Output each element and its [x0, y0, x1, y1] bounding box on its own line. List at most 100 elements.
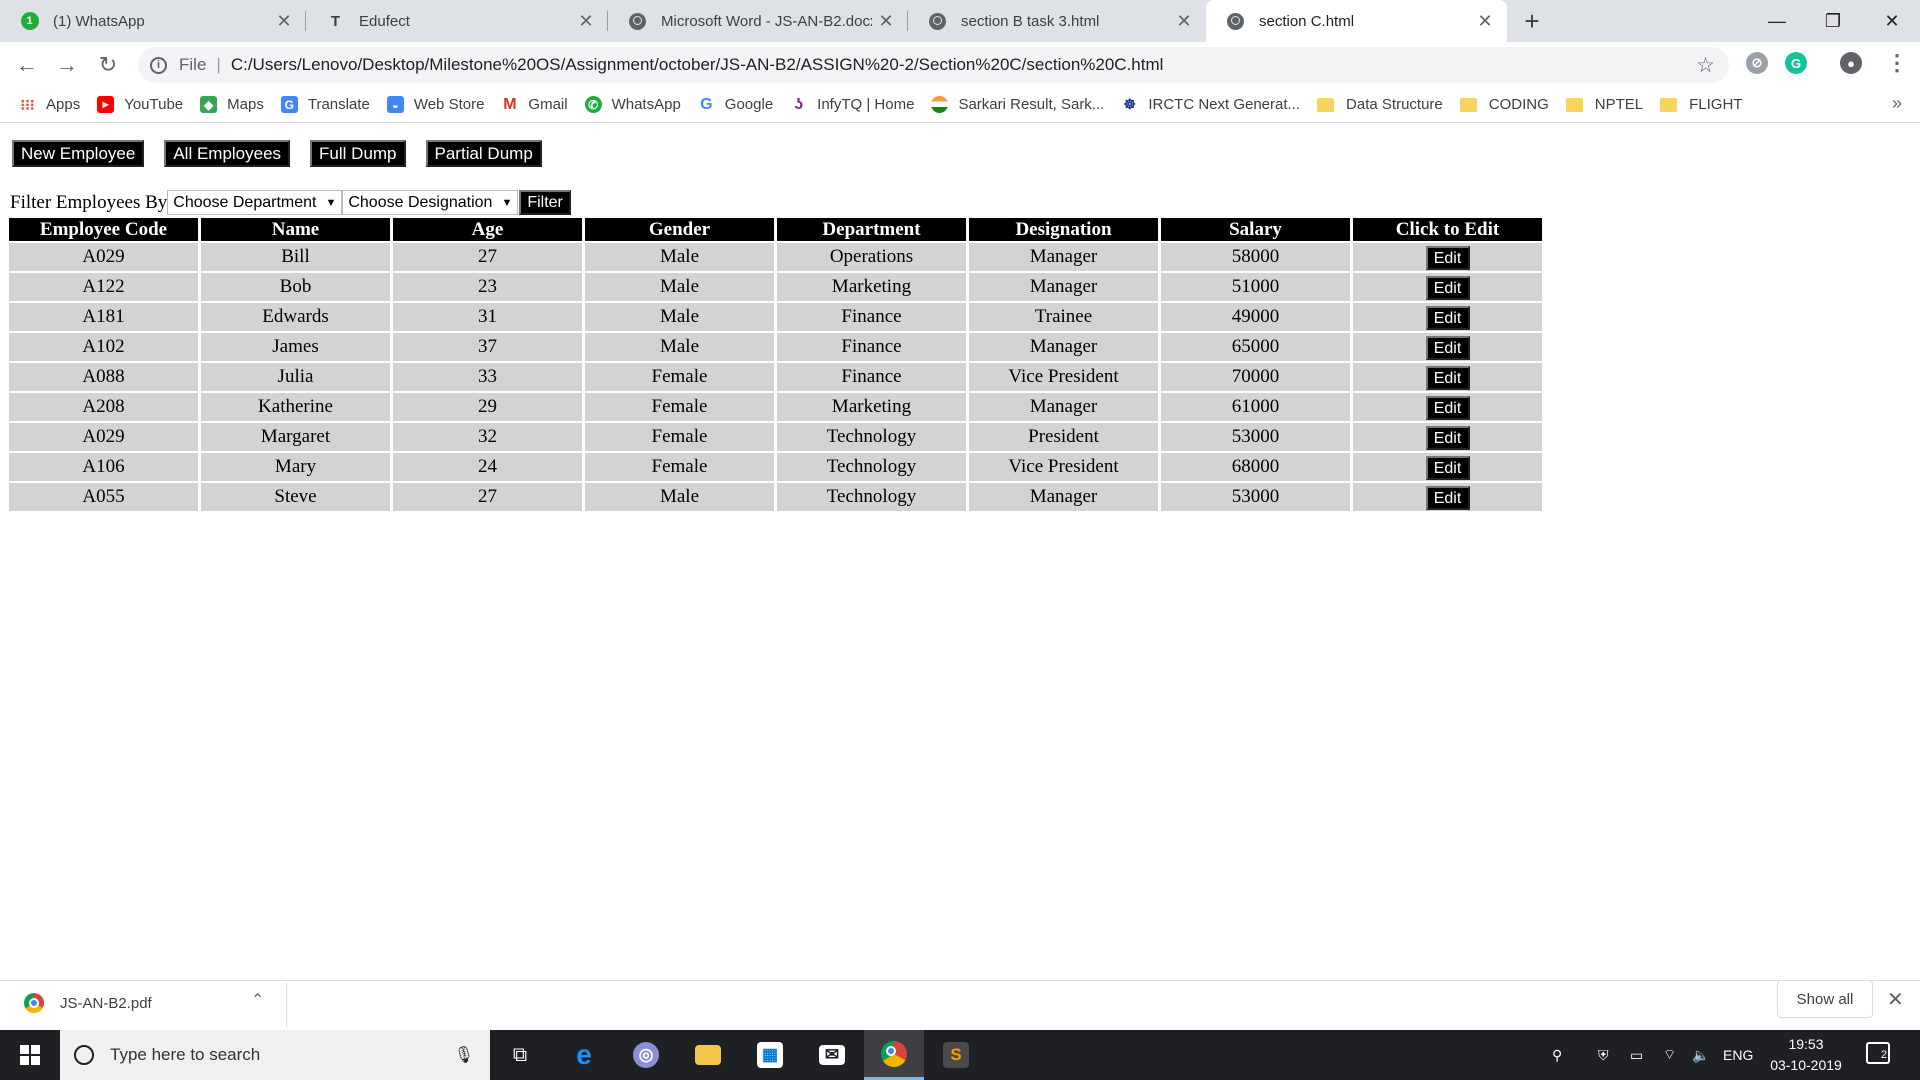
folder-icon: [1459, 97, 1477, 112]
gender-cell: Male: [585, 483, 774, 511]
full-dump-button[interactable]: Full Dump: [310, 140, 406, 167]
clock-date: 03-10-2019: [1770, 1057, 1842, 1073]
extension-icon[interactable]: ⊘: [1746, 52, 1768, 74]
bookmark-maps[interactable]: ◆ Maps: [200, 96, 264, 113]
bookmark-gmail[interactable]: M Gmail: [501, 96, 567, 114]
taskbar-search-input[interactable]: Type here to search 🎙: [60, 1030, 490, 1080]
name-cell: James: [201, 333, 390, 361]
bookmark-webstore[interactable]: ◒ Web Store: [386, 96, 484, 113]
department-cell: Finance: [777, 303, 966, 331]
tab-word-document[interactable]: Microsoft Word - JS-AN-B2.docx ✕: [608, 0, 908, 42]
address-bar[interactable]: i File | C:/Users/Lenovo/Desktop/Milesto…: [138, 47, 1729, 83]
url-text[interactable]: C:/Users/Lenovo/Desktop/Milestone%20OS/A…: [231, 55, 1164, 75]
back-arrow-icon[interactable]: ←: [12, 50, 42, 80]
mail-icon[interactable]: ✉: [802, 1030, 862, 1080]
microphone-icon[interactable]: 🎙: [454, 1045, 474, 1065]
new-employee-button[interactable]: New Employee: [12, 140, 145, 167]
close-icon[interactable]: ✕: [1887, 987, 1904, 1012]
all-employees-button[interactable]: All Employees: [164, 140, 291, 167]
bookmark-folder-flight[interactable]: FLIGHT: [1660, 96, 1742, 113]
restore-button[interactable]: ❐: [1805, 0, 1861, 42]
tab-edufect[interactable]: T Edufect ✕: [306, 0, 608, 42]
department-select[interactable]: Choose Department ▼: [167, 190, 343, 215]
windows-start-icon[interactable]: [0, 1030, 60, 1080]
edit-button[interactable]: Edit: [1425, 395, 1470, 420]
sarkari-icon: [931, 96, 949, 113]
edit-button[interactable]: Edit: [1425, 275, 1470, 300]
name-cell: Mary: [201, 453, 390, 481]
close-tab-icon[interactable]: ✕: [1471, 11, 1499, 32]
show-all-button[interactable]: Show all: [1777, 980, 1873, 1018]
irctc-icon: ☸: [1123, 96, 1137, 112]
bookmark-folder-data-structure[interactable]: Data Structure: [1317, 96, 1443, 113]
bookmark-infytq[interactable]: ʖ InfyTQ | Home: [790, 95, 914, 114]
table-row: A208 Katherine 29 Female Marketing Manager 610…: [9, 393, 1542, 421]
info-icon[interactable]: i: [150, 56, 167, 74]
reload-icon[interactable]: ↻: [93, 50, 123, 80]
edit-button[interactable]: Edit: [1425, 335, 1470, 360]
bookmark-apps[interactable]: ⁝⁝⁝ Apps: [19, 96, 80, 114]
age-cell: 24: [393, 453, 582, 481]
profile-avatar-icon[interactable]: ●: [1840, 52, 1862, 74]
people-icon[interactable]: ⚲: [1552, 1030, 1562, 1080]
close-tab-icon[interactable]: ✕: [872, 11, 900, 32]
security-shield-icon[interactable]: ⛨: [1598, 1030, 1609, 1080]
close-tab-icon[interactable]: ✕: [1170, 11, 1198, 32]
bookmark-star-icon[interactable]: ☆: [1696, 53, 1715, 78]
sublime-text-icon[interactable]: S: [926, 1030, 986, 1080]
bookmark-folder-nptel[interactable]: NPTEL: [1565, 96, 1643, 113]
edit-button[interactable]: Edit: [1425, 485, 1470, 510]
file-explorer-icon[interactable]: [678, 1030, 738, 1080]
partial-dump-button[interactable]: Partial Dump: [425, 140, 542, 167]
download-item[interactable]: JS-AN-B2.pdf: [24, 993, 152, 1013]
minimize-button[interactable]: —: [1749, 0, 1805, 42]
more-bookmarks-icon[interactable]: »: [1892, 93, 1902, 114]
edit-button[interactable]: Edit: [1425, 305, 1470, 330]
edit-button[interactable]: Edit: [1425, 245, 1470, 270]
salary-cell: 49000: [1161, 303, 1350, 331]
grammarly-icon[interactable]: G: [1785, 52, 1807, 74]
bookmark-youtube[interactable]: ▶ YouTube: [97, 96, 183, 113]
chevron-up-icon[interactable]: ⌃: [251, 990, 264, 1010]
edit-button[interactable]: Edit: [1425, 425, 1470, 450]
bookmark-google[interactable]: G Google: [698, 96, 773, 114]
edge-icon[interactable]: e: [554, 1030, 614, 1080]
wifi-icon[interactable]: ⌔: [1663, 1030, 1676, 1080]
bookmark-sarkari[interactable]: Sarkari Result, Sark...: [931, 96, 1104, 113]
infytq-icon: ʖ: [794, 95, 804, 113]
chrome-taskbar-icon[interactable]: [864, 1030, 924, 1080]
name-cell: Steve: [201, 483, 390, 511]
bookmark-translate[interactable]: G Translate: [280, 96, 370, 113]
name-cell: Edwards: [201, 303, 390, 331]
media-player-icon[interactable]: ◎: [616, 1030, 676, 1080]
close-tab-icon[interactable]: ✕: [572, 11, 600, 32]
input-language[interactable]: ENG: [1723, 1030, 1753, 1080]
new-tab-button[interactable]: +: [1517, 6, 1547, 36]
battery-icon[interactable]: ▭: [1630, 1030, 1643, 1080]
menu-kebab-icon[interactable]: ⋮: [1886, 50, 1908, 76]
column-header: Employee Code: [9, 218, 198, 241]
notification-center-icon[interactable]: 2: [1866, 1042, 1890, 1064]
close-tab-icon[interactable]: ✕: [270, 11, 298, 32]
window-close-button[interactable]: ✕: [1864, 0, 1920, 42]
table-body: A029 Bill 27 Male Operations Manager 58000 Edit…: [9, 243, 1542, 511]
system-clock[interactable]: 19:53 03-10-2019: [1766, 1034, 1846, 1076]
apps-grid-icon: ⁝⁝⁝: [20, 96, 35, 114]
edit-button[interactable]: Edit: [1425, 365, 1470, 390]
forward-arrow-icon[interactable]: →: [52, 50, 82, 80]
bookmark-whatsapp[interactable]: ✆ WhatsApp: [584, 96, 681, 113]
tab-section-b[interactable]: section B task 3.html ✕: [908, 0, 1206, 42]
tab-section-c[interactable]: section C.html ✕: [1206, 0, 1507, 42]
tab-whatsapp[interactable]: 1 (1) WhatsApp ✕: [0, 0, 306, 42]
bookmark-label: FLIGHT: [1689, 96, 1743, 113]
bookmark-irctc[interactable]: ☸ IRCTC Next Generat...: [1121, 96, 1301, 113]
edit-button[interactable]: Edit: [1425, 455, 1470, 480]
volume-icon[interactable]: 🔈: [1692, 1030, 1709, 1080]
scheme-label: File: [179, 55, 207, 74]
bookmark-folder-coding[interactable]: CODING: [1459, 96, 1549, 113]
youtube-icon: ▶: [97, 96, 115, 113]
filter-button[interactable]: Filter: [519, 190, 571, 215]
store-icon[interactable]: ▦: [740, 1030, 800, 1080]
task-view-icon[interactable]: ⧉: [490, 1030, 550, 1080]
designation-select[interactable]: Choose Designation ▼: [342, 190, 519, 215]
